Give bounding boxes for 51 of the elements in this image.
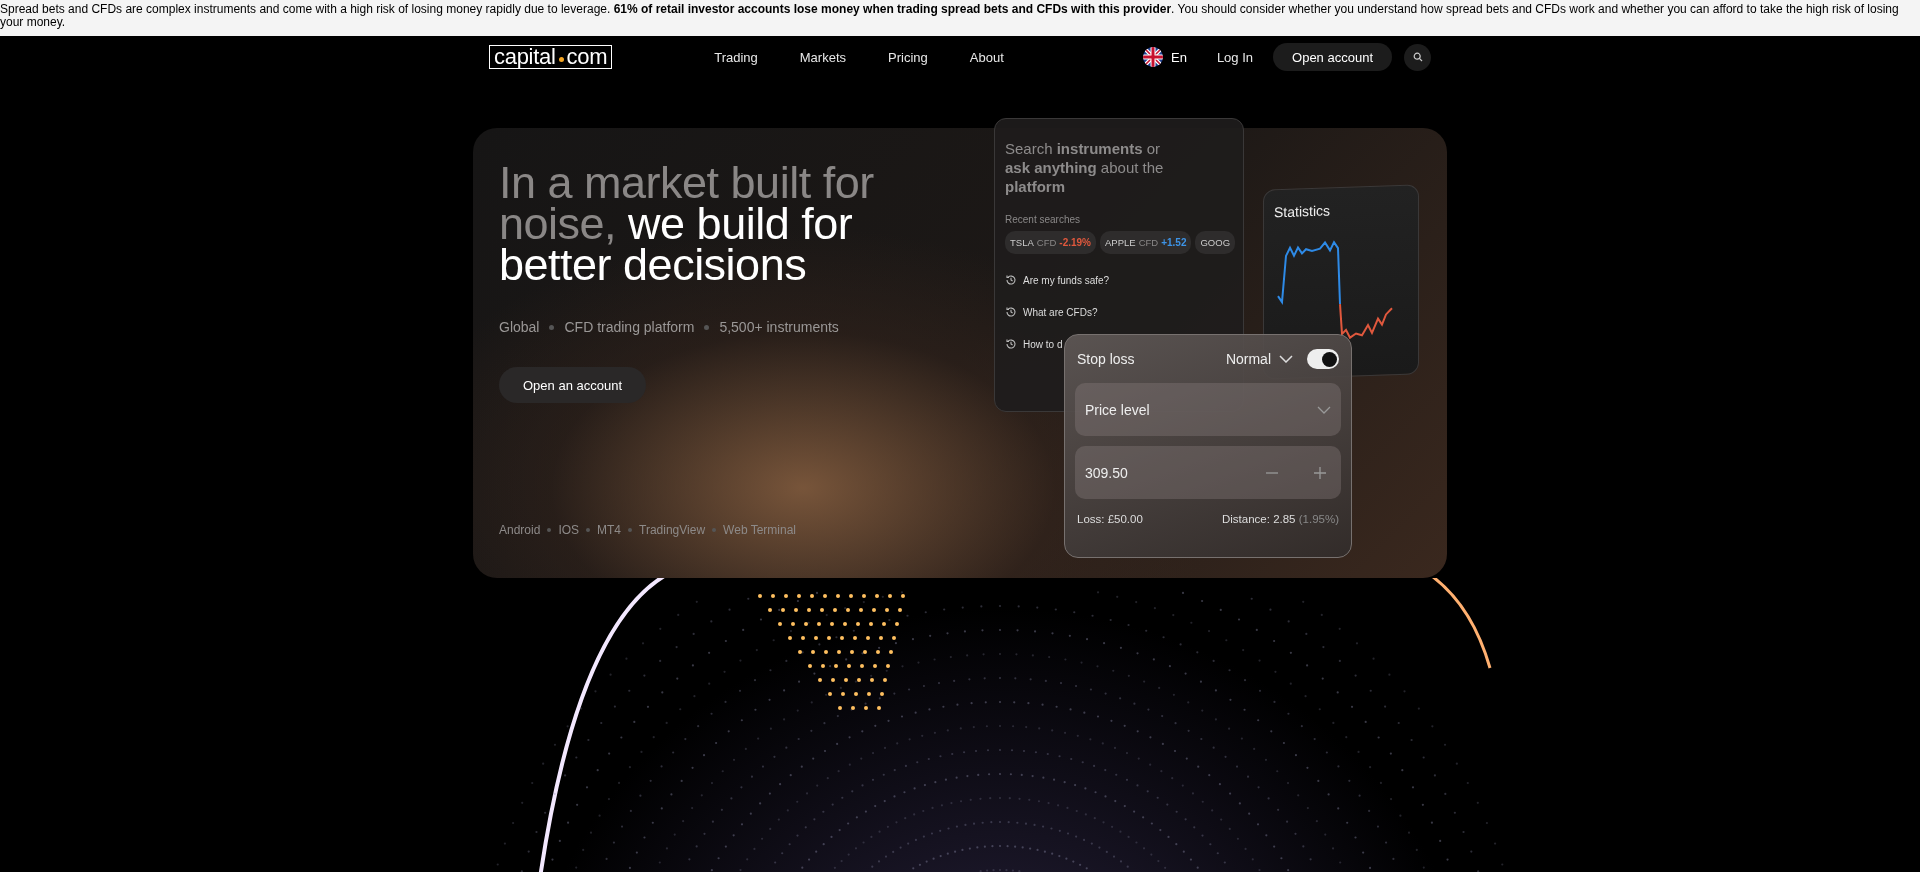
risk-warning-text: Spread bets and CFDs are complex instruments and come with a high risk of losing money rapidly due to leverage. 61% of retail investor accounts lose money when trading spread bets and CFDs with this provider. You should consider whether you understand how spread bets and CFDs work and whether you can afford to take the high risk of losing your money.: [0, 0, 1920, 36]
open-an-account-button[interactable]: Open an account: [499, 367, 647, 403]
feature-tag: Global: [499, 319, 540, 335]
feature-tag: 5,500+ instruments: [719, 319, 839, 335]
search-button[interactable]: [1404, 43, 1431, 71]
nav-link[interactable]: Pricing: [888, 49, 928, 65]
platform-link[interactable]: MT4: [597, 523, 622, 537]
language-selector[interactable]: En: [1143, 47, 1187, 67]
flag-icon: [1143, 47, 1163, 67]
recent-searches-label: Recent searches: [1005, 214, 1082, 225]
price-level-dropdown[interactable]: Price level: [1075, 383, 1341, 436]
recent-search-chip[interactable]: TSLA CFD -2.19%: [1005, 231, 1096, 254]
suggested-question[interactable]: What are CFDs?: [1023, 306, 1098, 318]
platform-link[interactable]: Android: [499, 523, 541, 537]
chevron-down-icon: [1279, 355, 1293, 363]
platform-link[interactable]: IOS: [558, 523, 580, 537]
chevron-down-icon: [1317, 405, 1331, 414]
separator-dot-icon: [586, 528, 591, 532]
logo-text: capital: [494, 47, 556, 67]
open-account-button[interactable]: Open account: [1273, 43, 1392, 71]
feature-tag: CFD trading platform: [564, 319, 695, 335]
nav-link[interactable]: Trading: [714, 49, 758, 65]
history-icon: [1005, 306, 1017, 318]
suggested-question[interactable]: Are my funds safe?: [1023, 274, 1110, 286]
history-icon: [1005, 274, 1017, 286]
mode-dropdown[interactable]: Normal: [1225, 351, 1293, 367]
separator-dot-icon: [549, 324, 555, 330]
loss-amount: Loss: £50.00: [1077, 513, 1143, 525]
login-link[interactable]: Log In: [1216, 49, 1254, 65]
separator-dot-icon: [704, 324, 710, 330]
toggle-switch[interactable]: [1307, 349, 1339, 369]
language-label: En: [1171, 49, 1187, 65]
logo[interactable]: capital com: [489, 45, 613, 69]
stop-loss-title: Stop loss: [1077, 351, 1135, 367]
recent-search-chip[interactable]: APPLE CFD +1.52: [1100, 231, 1192, 254]
separator-dot-icon: [547, 528, 552, 532]
headline: In a market built for noise, we build for better decisions: [499, 162, 875, 285]
suggested-question[interactable]: How to d: [1023, 338, 1063, 350]
history-icon: [1005, 338, 1017, 350]
search-icon: [1412, 52, 1423, 62]
logo-dot-icon: [558, 56, 564, 62]
nav-link[interactable]: About: [969, 49, 1004, 65]
search-prompt-text: Search instruments or ask anything about the platform: [1005, 139, 1165, 196]
statistics-title: Statistics: [1274, 201, 1331, 221]
separator-dot-icon: [628, 528, 633, 532]
platform-link[interactable]: TradingView: [639, 523, 706, 537]
recent-search-chip[interactable]: GOOG: [1195, 231, 1236, 254]
nav-link[interactable]: Markets: [799, 49, 846, 65]
distance-value: Distance: 2.85 (1.95%): [1222, 513, 1339, 525]
separator-dot-icon: [712, 528, 717, 532]
logo-text: com: [566, 47, 608, 67]
